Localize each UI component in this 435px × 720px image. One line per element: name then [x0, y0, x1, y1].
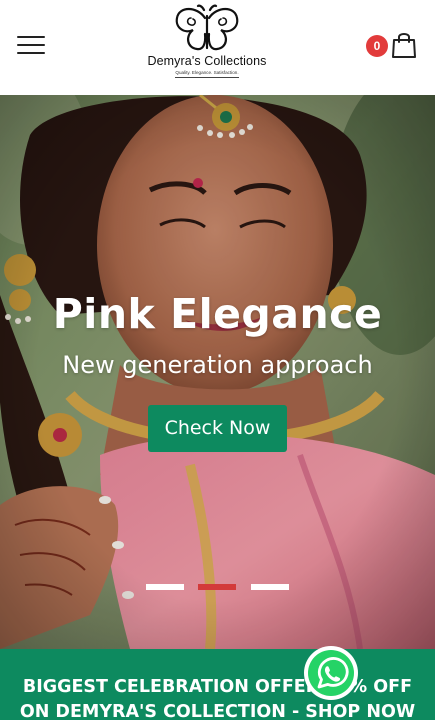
- whatsapp-icon[interactable]: [303, 645, 359, 701]
- hamburger-menu-icon[interactable]: [17, 35, 45, 55]
- slider-pagination: [146, 584, 290, 590]
- brand-name: Demyra's Collections: [147, 54, 267, 68]
- check-now-button[interactable]: Check Now: [148, 405, 287, 452]
- offer-text: BIGGEST CELEBRATION OFFER 30% OFF ON DEM…: [19, 677, 416, 720]
- hero-slider[interactable]: Pink Elegance New generation approach Ch…: [0, 95, 435, 649]
- shopping-bag-icon: [392, 33, 416, 58]
- page: Demyra's Collections Quality. Elegance. …: [0, 0, 435, 720]
- hero-title: Pink Elegance: [52, 290, 383, 338]
- brand-tagline: Quality. Elegance. Satisfaction.: [175, 70, 239, 75]
- cart-count-badge: 0: [366, 35, 388, 57]
- site-header: Demyra's Collections Quality. Elegance. …: [0, 0, 435, 95]
- slide-dot-2[interactable]: [198, 584, 236, 590]
- slide-dot-3[interactable]: [251, 584, 289, 590]
- slide-dot-1[interactable]: [146, 584, 184, 590]
- offer-banner[interactable]: BIGGEST CELEBRATION OFFER 30% OFF ON DEM…: [0, 649, 435, 720]
- hero-subtitle: New generation approach: [62, 351, 373, 379]
- cart-button[interactable]: 0: [366, 30, 418, 60]
- brand-logo[interactable]: Demyra's Collections Quality. Elegance. …: [140, 4, 274, 86]
- butterfly-logo-icon: [175, 4, 239, 51]
- logo-divider: [175, 77, 239, 78]
